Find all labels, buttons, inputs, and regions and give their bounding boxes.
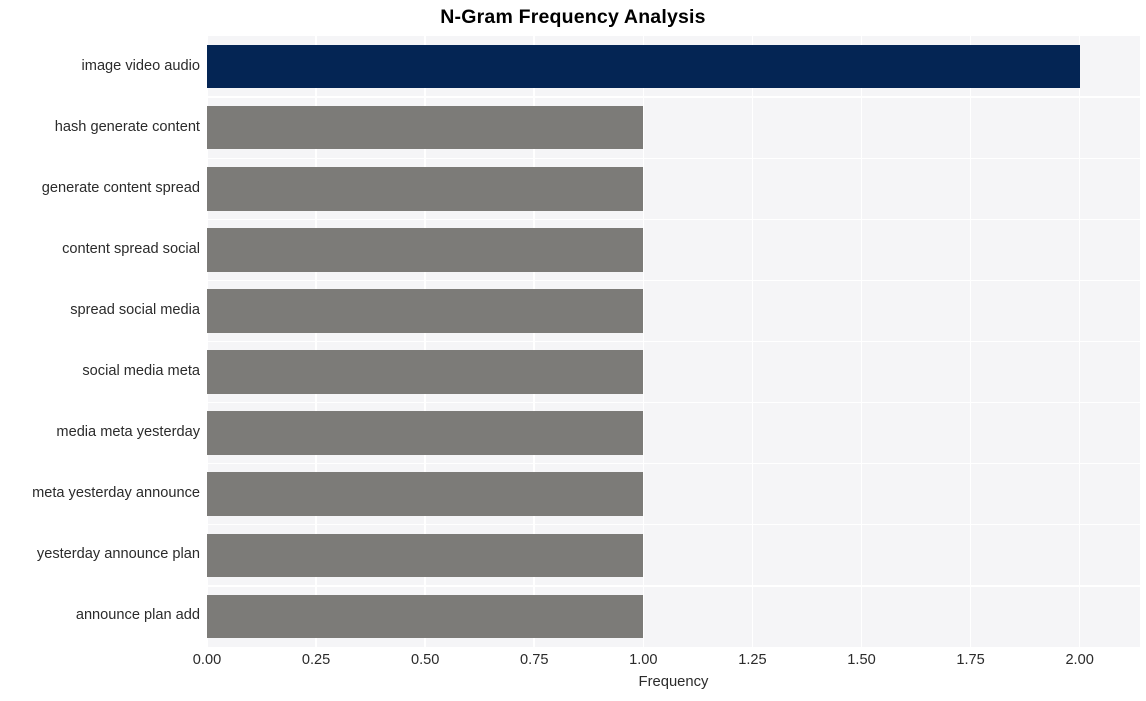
y-axis-tick-label: spread social media (70, 301, 200, 318)
y-axis-tick-label: hash generate content (54, 118, 200, 135)
chart-figure: N-Gram Frequency Analysis image video au… (0, 0, 1146, 701)
y-axis-tick-label: meta yesterday announce (32, 485, 200, 502)
x-axis-tick-label: 0.50 (410, 652, 440, 668)
y-axis-tick-labels: image video audio hash generate content ge… (0, 0, 1146, 701)
x-axis-tick-label: 0.00 (192, 652, 222, 668)
x-axis-tick-label: 1.00 (629, 652, 658, 668)
x-axis-tick-label: 0.75 (520, 652, 549, 668)
y-axis-tick-label: announce plan add (75, 607, 200, 624)
y-axis-tick-label: media meta yesterday (56, 424, 200, 441)
x-axis-tick-label: 1.25 (738, 652, 767, 668)
y-axis-tick-label: social media meta (82, 363, 200, 380)
y-axis-tick-label: image video audio (81, 57, 200, 74)
x-axis-tick-label: 2.00 (1065, 652, 1094, 668)
x-axis-tick-label: 1.50 (847, 652, 876, 668)
y-axis-tick-label: yesterday announce plan (36, 546, 200, 563)
x-axis-tick-label: 0.25 (301, 652, 331, 668)
x-axis-label: Frequency (638, 674, 709, 690)
y-axis-tick-label: generate content spread (41, 179, 200, 196)
y-axis-tick-label: content spread social (62, 240, 200, 257)
x-axis-tick-label: 1.75 (956, 652, 985, 668)
